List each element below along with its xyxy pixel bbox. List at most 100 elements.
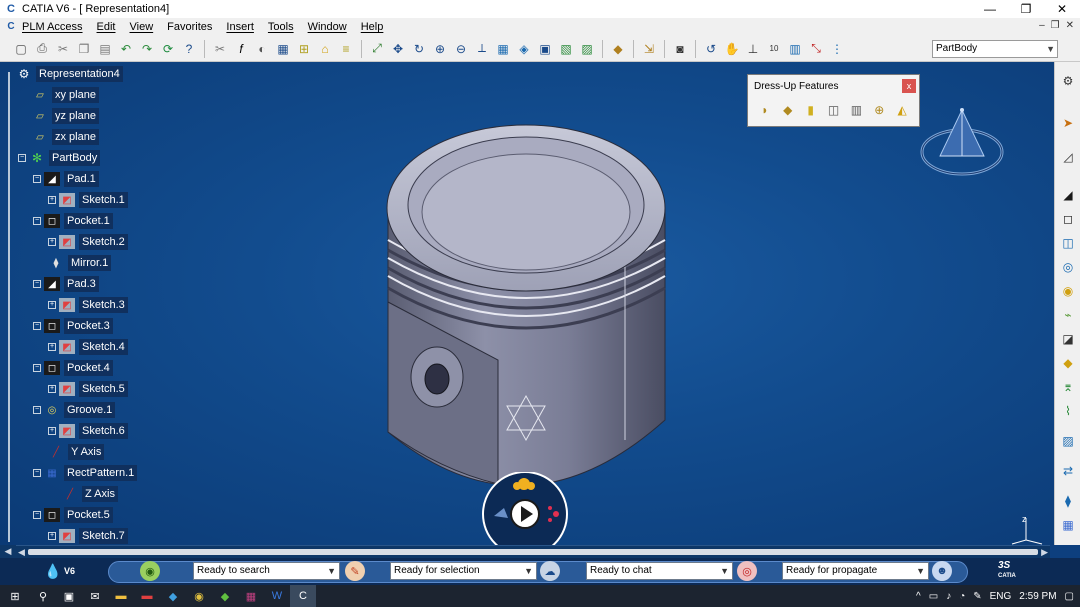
list-icon[interactable]: ⋮	[828, 40, 846, 58]
doc-minimize-icon[interactable]: –	[1039, 20, 1045, 31]
paste-icon[interactable]: ▤	[96, 40, 114, 58]
split-icon[interactable]: ▨	[1059, 432, 1077, 450]
tree-item-pad[interactable]: − ◢ Pad.1	[33, 170, 99, 188]
collapse-icon[interactable]: −	[33, 217, 41, 225]
horizontal-scrollbar[interactable]: ◀ ▶	[16, 545, 1050, 558]
tree-item-sketch[interactable]: + ◩ Sketch.3	[48, 296, 128, 314]
pen-icon[interactable]: ✎	[973, 591, 981, 602]
tree-item-partbody[interactable]: − ✻ PartBody	[18, 149, 101, 167]
expand-icon[interactable]: +	[48, 385, 56, 393]
3d-viewport[interactable]: ⚙ Representation4 ▱ xy plane ▱ yz plane …	[0, 62, 1054, 545]
normal-view-icon[interactable]: ⟂	[473, 40, 491, 58]
chevron-down-icon[interactable]: ▼	[916, 563, 925, 579]
collapse-icon[interactable]: −	[33, 322, 41, 330]
pattern-tool-icon[interactable]: ▦	[1059, 516, 1077, 534]
rotate-icon[interactable]: ↻	[410, 40, 428, 58]
tree-item-sketch[interactable]: + ◩ Sketch.1	[48, 191, 128, 209]
tree-item-pocket[interactable]: − ◻ Pocket.1	[33, 212, 113, 230]
battery-icon[interactable]: ▭	[929, 591, 938, 602]
undo-icon[interactable]: ↶	[117, 40, 135, 58]
mirror-tool-icon[interactable]: ⧫	[1059, 492, 1077, 510]
tree-item-rectpattern[interactable]: − ▦ RectPattern.1	[33, 464, 138, 482]
stiffener-icon[interactable]: ◆	[1059, 354, 1077, 372]
collapse-icon[interactable]: −	[33, 511, 41, 519]
body-selector-dropdown[interactable]: PartBody ▼	[932, 40, 1058, 58]
collapse-icon[interactable]: −	[33, 280, 41, 288]
selection-tool-icon[interactable]: ✎	[345, 561, 365, 581]
hole-icon[interactable]: ◉	[1059, 282, 1077, 300]
selection-field[interactable]: Ready for selection ▼	[390, 562, 537, 580]
expand-icon[interactable]: +	[48, 196, 56, 204]
scroll-thumb[interactable]	[28, 549, 1038, 555]
compass-icon[interactable]	[918, 104, 1008, 184]
copy-icon[interactable]: ❐	[75, 40, 93, 58]
zoom-out-icon[interactable]: ⊖	[452, 40, 470, 58]
grab-icon[interactable]: ✋	[723, 40, 741, 58]
search-field[interactable]: Ready to search ▼	[193, 562, 340, 580]
pocket-tool-icon[interactable]: ◻	[1059, 210, 1077, 228]
menu-insert[interactable]: Insert	[226, 21, 254, 33]
shaft-icon[interactable]: ◫	[1059, 234, 1077, 252]
tree-item-yz-plane[interactable]: ▱ yz plane	[32, 107, 99, 125]
draft-icon[interactable]: ▮	[802, 101, 820, 119]
menu-window[interactable]: Window	[308, 21, 347, 33]
app-icon[interactable]: ◆	[160, 585, 186, 607]
lock-icon[interactable]: ⌂	[316, 40, 334, 58]
align-icon[interactable]: ≡	[337, 40, 355, 58]
select-arrow-icon[interactable]: ➤	[1059, 114, 1077, 132]
scroll-right-icon[interactable]: ▶	[1041, 546, 1048, 558]
whats-this-icon[interactable]: ?	[180, 40, 198, 58]
tree-item-pad[interactable]: − ◢ Pad.3	[33, 275, 99, 293]
tree-item-sketch[interactable]: + ◩ Sketch.6	[48, 422, 128, 440]
doc-close-icon[interactable]: ✕	[1066, 20, 1074, 31]
slot-icon[interactable]: ◪	[1059, 330, 1077, 348]
tree-item-sketch[interactable]: + ◩ Sketch.2	[48, 233, 128, 251]
chat-icon[interactable]: ☁	[540, 561, 560, 581]
formula-icon[interactable]: f	[232, 40, 250, 58]
doc-restore-icon[interactable]: ❐	[1051, 20, 1060, 31]
catalog-icon[interactable]: ▦	[274, 40, 292, 58]
menu-favorites[interactable]: Favorites	[167, 21, 212, 33]
redo-icon[interactable]: ↷	[138, 40, 156, 58]
expand-icon[interactable]: +	[48, 532, 56, 540]
scissors-icon[interactable]: ✂	[211, 40, 229, 58]
app-multi-icon[interactable]: ▦	[238, 585, 264, 607]
language-indicator[interactable]: ENG	[990, 591, 1012, 602]
zoom-in-icon[interactable]: ⊕	[431, 40, 449, 58]
capture-icon[interactable]: ◙	[671, 40, 689, 58]
multi-view-icon[interactable]: ▦	[494, 40, 512, 58]
menu-view[interactable]: View	[130, 21, 154, 33]
expand-icon[interactable]: +	[48, 427, 56, 435]
catia-taskbar-icon[interactable]: C	[290, 585, 316, 607]
axis-system-icon[interactable]: ⊥	[744, 40, 762, 58]
thickness-icon[interactable]: ▥	[847, 101, 865, 119]
user-icon[interactable]: ☻	[932, 561, 952, 581]
arrow-mode-icon[interactable]: ⤡	[807, 40, 825, 58]
comment-icon[interactable]: ◐	[253, 40, 271, 58]
chevron-up-icon[interactable]: ^	[916, 591, 921, 602]
refresh-icon[interactable]: ↺	[702, 40, 720, 58]
update-icon[interactable]: ⟳	[159, 40, 177, 58]
collapse-icon[interactable]: −	[33, 469, 41, 477]
mail-icon[interactable]: ✉	[82, 585, 108, 607]
chevron-down-icon[interactable]: ▼	[524, 563, 533, 579]
expand-icon[interactable]: +	[48, 301, 56, 309]
iso-view-icon[interactable]: ◈	[515, 40, 533, 58]
pan-icon[interactable]: ✥	[389, 40, 407, 58]
pdf-icon[interactable]: ▬	[134, 585, 160, 607]
tree-item-z-axis[interactable]: ╱ Z Axis	[62, 485, 118, 503]
menu-plm-access[interactable]: PLM Access	[22, 21, 83, 33]
tree-item-y-axis[interactable]: ╱ Y Axis	[48, 443, 105, 461]
propagate-icon[interactable]: ◎	[737, 561, 757, 581]
wifi-icon[interactable]: ◔	[959, 591, 965, 602]
chrome-icon[interactable]: ◉	[186, 585, 212, 607]
swap-space-icon[interactable]: ▨	[578, 40, 596, 58]
tree-item-pocket[interactable]: − ◻ Pocket.4	[33, 359, 113, 377]
windows-start-icon[interactable]: ⊞	[0, 585, 30, 607]
tree-item-mirror[interactable]: ⧫ Mirror.1	[48, 254, 112, 272]
print-icon[interactable]: ⎙	[33, 40, 51, 58]
tree-item-pocket[interactable]: − ◻ Pocket.5	[33, 506, 113, 524]
scale-icon[interactable]: 10	[765, 40, 783, 58]
dress-up-features-toolbar[interactable]: Dress-Up Features x ◗ ◆ ▮ ◫ ▥ ⊕ ◭	[747, 74, 920, 127]
restore-button[interactable]: ❐	[1008, 0, 1044, 18]
